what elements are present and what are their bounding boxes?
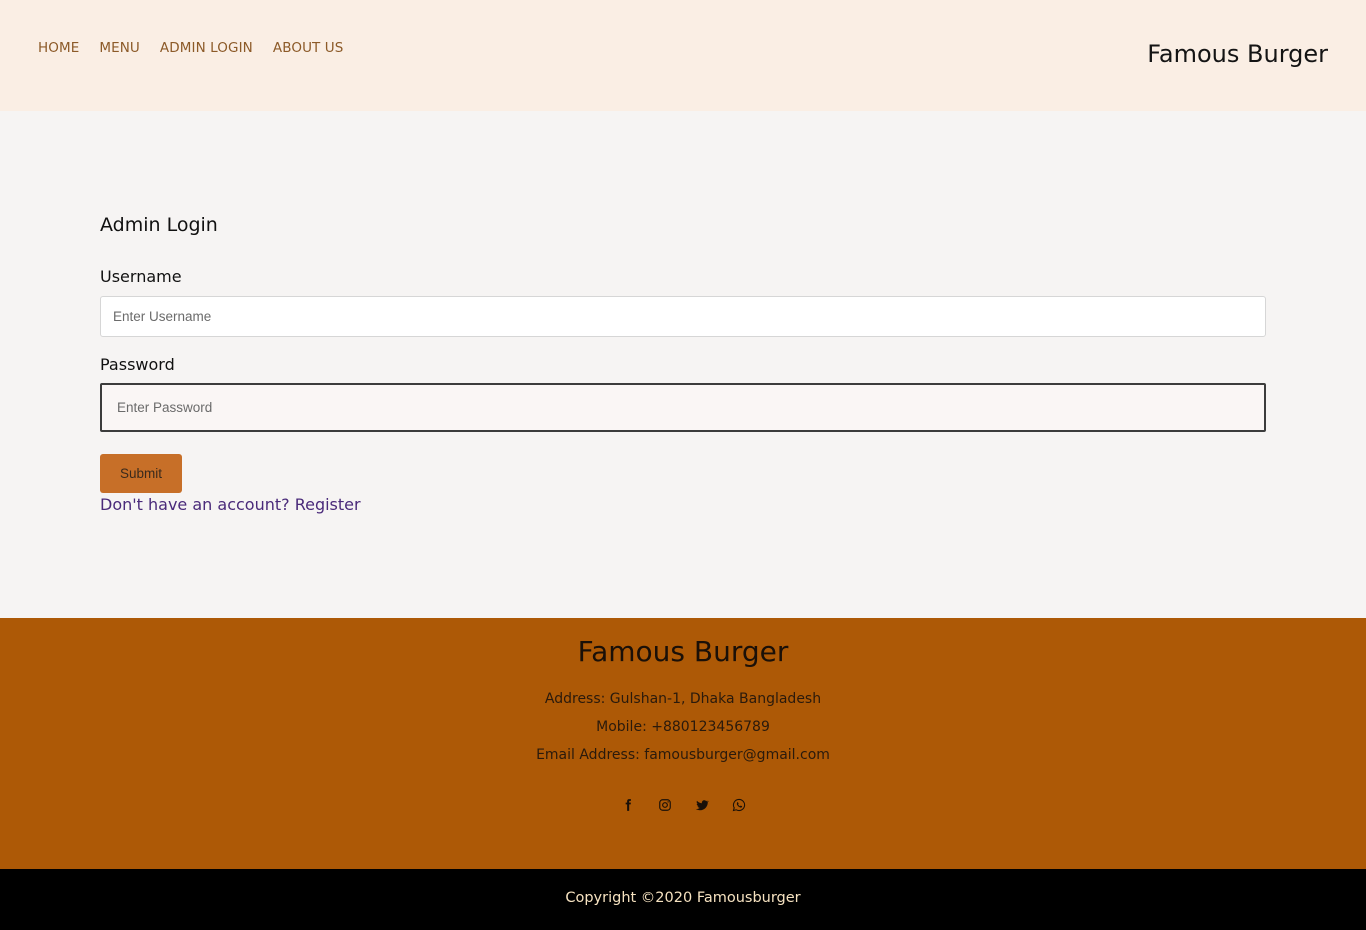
password-input[interactable]: [100, 383, 1266, 432]
form-title: Admin Login: [100, 214, 218, 236]
username-input[interactable]: [100, 296, 1266, 337]
brand-title: Famous Burger: [1147, 40, 1328, 68]
social-links: [0, 796, 1366, 813]
twitter-icon[interactable]: [693, 796, 710, 813]
facebook-icon[interactable]: [619, 796, 636, 813]
nav-admin-login-link[interactable]: ADMIN LOGIN: [160, 40, 253, 56]
copyright-bar: Copyright ©2020 Famousburger: [0, 869, 1366, 930]
password-label: Password: [100, 355, 175, 374]
submit-button[interactable]: Submit: [100, 454, 182, 493]
copyright-text: Copyright ©2020 Famousburger: [565, 890, 801, 906]
site-header: HOME MENU ADMIN LOGIN ABOUT US Famous Bu…: [0, 0, 1366, 111]
login-section: Admin Login Username Password Submit Don…: [0, 111, 1366, 618]
nav-menu-link[interactable]: MENU: [99, 40, 140, 56]
footer-address: Address: Gulshan-1, Dhaka Bangladesh: [544, 691, 822, 707]
nav-about-us-link[interactable]: ABOUT US: [273, 40, 344, 56]
footer-title: Famous Burger: [577, 635, 789, 668]
whatsapp-icon[interactable]: [730, 796, 747, 813]
instagram-icon[interactable]: [656, 796, 673, 813]
footer-mobile: Mobile: +880123456789: [596, 719, 770, 735]
nav-home-link[interactable]: HOME: [38, 40, 79, 56]
register-link[interactable]: Don't have an account? Register: [100, 495, 361, 514]
main-nav: HOME MENU ADMIN LOGIN ABOUT US: [38, 40, 343, 56]
footer-email: Email Address: famousburger@gmail.com: [536, 747, 830, 763]
site-footer: Famous Burger Address: Gulshan-1, Dhaka …: [0, 618, 1366, 869]
username-label: Username: [100, 267, 182, 286]
